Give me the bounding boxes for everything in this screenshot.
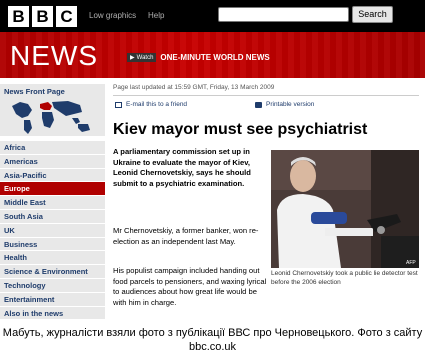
headline: Kiev mayor must see psychiatrist xyxy=(113,121,368,138)
top-bar: B B C Low graphics Help Search xyxy=(0,0,425,32)
section-list: Africa Americas Asia-Pacific Europe Midd… xyxy=(0,141,105,321)
photo-caption: Leonid Chernovetskiy took a public lie d… xyxy=(271,270,418,286)
bbc-logo[interactable]: B B C xyxy=(8,6,77,27)
sidebar-item-uk[interactable]: UK xyxy=(0,223,105,238)
logo-letter-b1: B xyxy=(8,6,29,27)
article-photo: AFP xyxy=(271,150,419,268)
search-input[interactable] xyxy=(218,7,349,22)
watch-promo[interactable]: ▶ Watch ONE-MINUTE WORLD NEWS xyxy=(127,53,270,62)
sidebar-item-europe[interactable]: Europe xyxy=(0,182,105,197)
article-lede: A parliamentary commission set up in Ukr… xyxy=(113,147,251,188)
article-tools: E-mail this to a friend Printable versio… xyxy=(113,98,419,112)
sidebar-nav: News Front Page Africa Americas Asia-Pac… xyxy=(0,84,105,321)
watch-badge: ▶ Watch xyxy=(127,53,157,62)
divider xyxy=(113,95,419,96)
last-updated: Page last updated at 15:59 GMT, Friday, … xyxy=(113,84,275,91)
help-link[interactable]: Help xyxy=(148,11,164,20)
low-graphics-link[interactable]: Low graphics xyxy=(89,11,136,20)
sidebar-item-entertainment[interactable]: Entertainment xyxy=(0,292,105,307)
play-icon: ▶ xyxy=(130,55,135,61)
watch-badge-label: Watch xyxy=(136,54,154,61)
envelope-icon xyxy=(115,101,122,108)
sidebar-item-science-environment[interactable]: Science & Environment xyxy=(0,265,105,279)
logo-letter-b2: B xyxy=(32,6,53,27)
front-page-panel[interactable]: News Front Page xyxy=(0,84,105,136)
world-map-icon xyxy=(12,101,90,134)
photo-credit: AFP xyxy=(406,260,416,266)
email-link[interactable]: E-mail this to a friend xyxy=(115,101,187,108)
article: Page last updated at 15:59 GMT, Friday, … xyxy=(113,84,419,307)
sidebar-item-technology[interactable]: Technology xyxy=(0,278,105,293)
sidebar-item-asia-pacific[interactable]: Asia-Pacific xyxy=(0,168,105,183)
logo-letter-c: C xyxy=(56,6,77,27)
sidebar-item-health[interactable]: Health xyxy=(0,251,105,266)
news-title[interactable]: NEWS xyxy=(10,40,98,72)
article-paragraph-2: His populist campaign included handing o… xyxy=(113,266,267,307)
printer-icon xyxy=(255,101,262,108)
sidebar-item-also-in-the-news[interactable]: Also in the news xyxy=(0,306,105,321)
sidebar-item-africa[interactable]: Africa xyxy=(0,141,105,155)
search-button[interactable]: Search xyxy=(352,6,393,23)
print-link[interactable]: Printable version xyxy=(255,101,314,108)
article-paragraph: Mr Chernovetskiy, a former banker, won r… xyxy=(113,226,259,246)
email-link-label: E-mail this to a friend xyxy=(126,101,188,108)
front-page-link[interactable]: News Front Page xyxy=(4,87,65,96)
sidebar-item-middle-east[interactable]: Middle East xyxy=(0,196,105,210)
print-link-label: Printable version xyxy=(266,101,315,108)
image-caption: Мабуть, журналісти взяли фото з публікац… xyxy=(2,327,423,353)
sidebar-item-business[interactable]: Business xyxy=(0,237,105,252)
sidebar-item-americas[interactable]: Americas xyxy=(0,154,105,169)
watch-title: ONE-MINUTE WORLD NEWS xyxy=(160,53,270,62)
photo-illustration: AFP xyxy=(271,150,419,268)
sidebar-item-south-asia[interactable]: South Asia xyxy=(0,209,105,224)
